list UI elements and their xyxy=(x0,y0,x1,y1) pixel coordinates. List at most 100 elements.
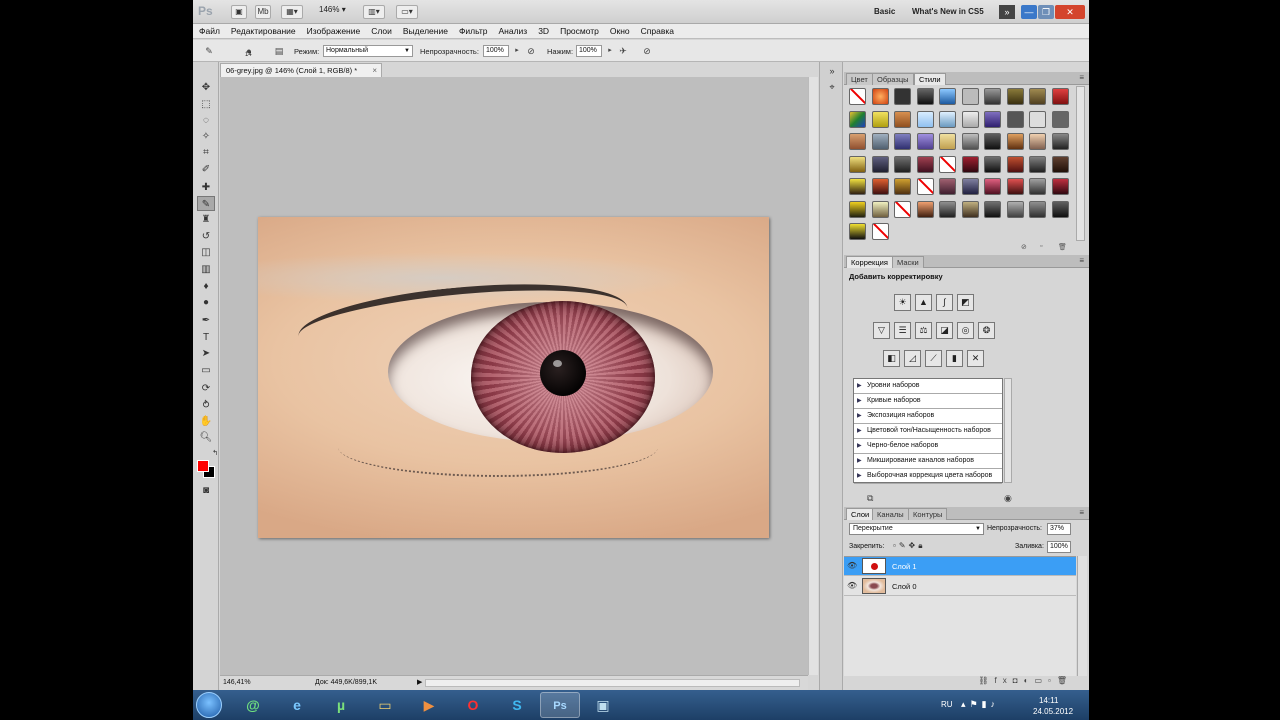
preset-channel-mixer[interactable]: Микширование каналов наборов xyxy=(854,454,1002,469)
view-extras-icon[interactable]: ▦▾ xyxy=(281,5,303,19)
menu-image[interactable]: Изображение xyxy=(307,26,361,36)
photoshop-taskbar-icon[interactable]: Ps xyxy=(540,692,580,718)
dodge-tool-icon[interactable]: ● xyxy=(197,295,215,310)
style-swatch[interactable] xyxy=(894,200,911,218)
tab-adjustments[interactable]: Коррекция xyxy=(846,256,893,268)
blend-mode-select[interactable]: Перекрытие ▼ xyxy=(849,523,984,535)
style-swatch[interactable] xyxy=(1051,155,1069,173)
close-icon[interactable]: ✕ xyxy=(1055,5,1085,19)
style-swatch[interactable] xyxy=(849,178,866,195)
crop-tool-icon[interactable]: ⌗ xyxy=(197,145,215,160)
style-swatch[interactable] xyxy=(849,155,866,173)
invert-icon[interactable]: ◧ xyxy=(883,350,900,367)
new-group-icon[interactable]: ▭ xyxy=(1034,676,1048,685)
selective-color-icon[interactable]: ✕ xyxy=(967,350,984,367)
tablet-opacity-icon[interactable]: ⊘ xyxy=(525,45,537,57)
hue-saturation-icon[interactable]: ☰ xyxy=(894,322,911,339)
menu-filter[interactable]: Фильтр xyxy=(459,26,488,36)
layer-row-1[interactable]: 👁︎ Слой 1 xyxy=(844,557,1076,576)
new-adjustment-icon[interactable]: ◐ xyxy=(1024,676,1035,685)
style-swatch[interactable] xyxy=(939,133,956,150)
style-swatch[interactable] xyxy=(894,133,911,150)
utorrent-icon[interactable]: µ xyxy=(321,692,361,718)
preset-curves[interactable]: Кривые наборов xyxy=(854,394,1002,409)
style-swatch[interactable] xyxy=(1029,155,1046,173)
document-tab[interactable]: 06-grey.jpg @ 146% (Слой 1, RGB/8) * × xyxy=(220,63,382,77)
menu-window[interactable]: Окно xyxy=(610,26,630,36)
quick-mask-icon[interactable]: ◙ xyxy=(197,483,215,498)
media-player-icon[interactable]: ▶ xyxy=(409,692,449,718)
menu-edit[interactable]: Редактирование xyxy=(231,26,296,36)
style-swatch[interactable] xyxy=(1029,200,1046,218)
move-tool-icon[interactable]: ✥ xyxy=(197,80,215,95)
workspace-whats-new[interactable]: What's New in CS5 xyxy=(912,7,984,16)
display-icon[interactable]: ▣ xyxy=(583,692,623,718)
style-swatch[interactable] xyxy=(916,88,934,105)
menu-layers[interactable]: Слои xyxy=(371,26,392,36)
vibrance-icon[interactable]: ▽ xyxy=(873,322,890,339)
canvas-vertical-scrollbar[interactable] xyxy=(808,77,818,675)
style-swatch[interactable] xyxy=(1006,178,1024,195)
internet-explorer-icon[interactable]: e xyxy=(277,692,317,718)
layer-opacity-field[interactable]: 37% xyxy=(1047,523,1071,535)
eye-icon[interactable]: 👁︎ xyxy=(847,581,857,590)
close-document-icon[interactable]: × xyxy=(372,64,377,77)
workspace-basic[interactable]: Basic xyxy=(874,7,895,16)
mini-bridge-icon[interactable]: Mb xyxy=(255,5,271,19)
tab-channels[interactable]: Каналы xyxy=(872,508,909,520)
style-swatch[interactable] xyxy=(1006,155,1024,173)
style-swatch[interactable] xyxy=(916,178,934,195)
history-panel-icon[interactable]: ⌖ xyxy=(825,82,839,96)
style-swatch[interactable] xyxy=(961,88,979,105)
style-swatch[interactable] xyxy=(871,178,889,195)
layers-panel-menu-icon[interactable]: ≡ xyxy=(1079,508,1084,517)
style-swatch[interactable] xyxy=(1029,88,1046,105)
style-swatch[interactable] xyxy=(1051,133,1069,150)
new-style-icon[interactable]: ▫ xyxy=(1040,243,1042,250)
channel-mixer-icon[interactable]: ❂ xyxy=(978,322,995,339)
style-swatch[interactable] xyxy=(916,110,934,128)
style-swatch[interactable] xyxy=(1051,88,1069,105)
delete-style-icon[interactable]: 🗑︎ xyxy=(1058,243,1067,251)
style-swatch[interactable] xyxy=(939,200,956,218)
style-swatch[interactable] xyxy=(939,110,956,128)
style-swatch[interactable] xyxy=(961,133,979,150)
airbrush-icon[interactable]: ✈ xyxy=(617,45,629,57)
clip-adjustment-icon[interactable]: ⧉ xyxy=(867,493,873,504)
preset-levels[interactable]: Уровни наборов xyxy=(854,379,1002,394)
status-menu-arrow[interactable]: ▶ xyxy=(417,676,422,690)
style-swatch[interactable] xyxy=(871,133,889,150)
pressure-field[interactable]: 100% xyxy=(576,45,602,57)
style-swatch[interactable] xyxy=(1051,178,1069,195)
foreground-color[interactable] xyxy=(197,460,209,472)
brush-tool-icon[interactable]: ✎ xyxy=(203,45,215,57)
style-swatch[interactable] xyxy=(871,155,889,173)
layer-mask-icon[interactable]: ◘ xyxy=(1013,676,1024,685)
canvas-area[interactable] xyxy=(220,77,808,675)
exposure-icon[interactable]: ◩ xyxy=(957,294,974,311)
style-swatch[interactable] xyxy=(1006,110,1024,128)
style-swatch[interactable] xyxy=(1029,133,1046,150)
style-swatch[interactable] xyxy=(1029,178,1046,195)
presets-scrollbar[interactable] xyxy=(1004,378,1012,483)
lock-icons[interactable]: ▫✎✥🔒︎ xyxy=(893,541,926,551)
history-brush-tool-icon[interactable]: ↺ xyxy=(197,229,215,244)
clear-style-icon[interactable]: ⊘ xyxy=(1021,243,1027,251)
menu-file[interactable]: Файл xyxy=(199,26,220,36)
style-swatch[interactable] xyxy=(984,133,1001,150)
style-swatch[interactable] xyxy=(1006,200,1024,218)
3d-orbit-tool-icon[interactable]: ⥁ xyxy=(197,398,215,413)
menu-3d[interactable]: 3D xyxy=(538,26,549,36)
eye-icon[interactable]: 👁︎ xyxy=(847,561,857,570)
new-layer-icon[interactable]: ▫ xyxy=(1048,676,1057,685)
type-tool-icon[interactable]: T xyxy=(197,330,215,345)
curves-icon[interactable]: ∫ xyxy=(936,294,953,311)
style-swatch[interactable] xyxy=(849,88,866,105)
style-swatch[interactable] xyxy=(871,88,889,105)
menu-view[interactable]: Просмотр xyxy=(560,26,599,36)
tab-layers[interactable]: Слои xyxy=(846,508,875,520)
style-swatch[interactable] xyxy=(894,155,911,173)
clock-date[interactable]: 24.05.2012 xyxy=(1033,707,1073,716)
style-swatch[interactable] xyxy=(961,178,979,195)
marquee-tool-icon[interactable]: ⬚ xyxy=(197,97,215,112)
